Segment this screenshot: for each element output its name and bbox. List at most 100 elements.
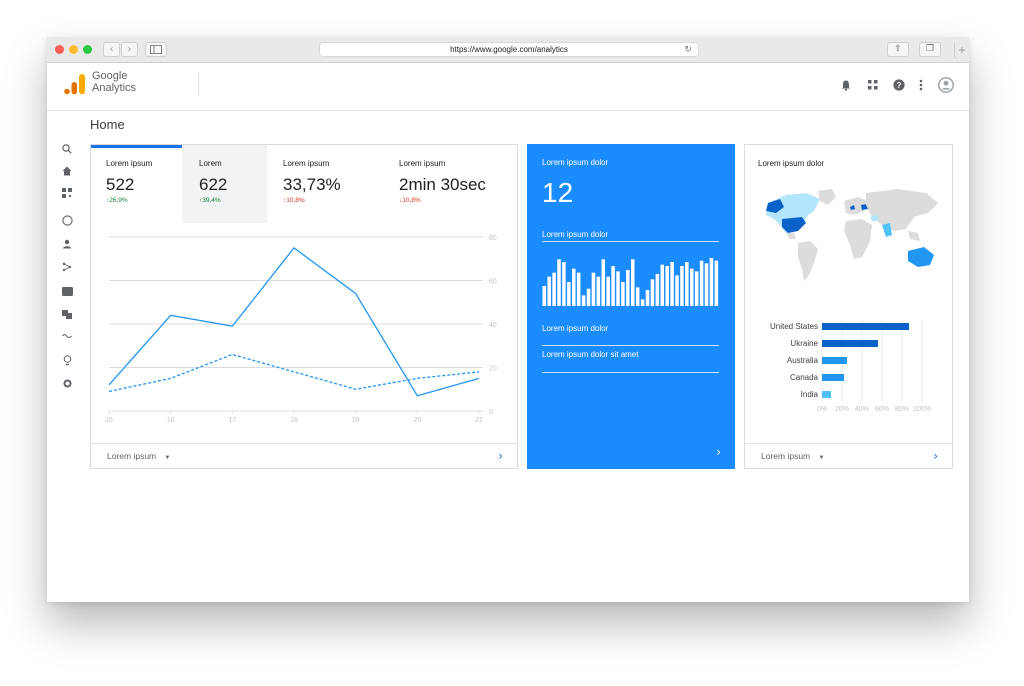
geo-card: Lorem ipsum dolor United States Ukraine …: [744, 144, 953, 469]
realtime-item[interactable]: Lorem ipsum dolor: [542, 324, 608, 333]
realtime-bar: [704, 263, 709, 306]
tabs-icon[interactable]: ❐: [919, 42, 941, 57]
realtime-bar: [631, 259, 635, 306]
search-icon[interactable]: [61, 143, 73, 155]
behavior-icon[interactable]: [61, 285, 73, 297]
conversions-icon[interactable]: [61, 308, 73, 320]
x-tick-label: 20: [413, 417, 421, 424]
country-label: Australia: [786, 356, 818, 365]
share-icon[interactable]: ⇧: [887, 42, 909, 57]
realtime-bar: [562, 262, 566, 306]
realtime-bar: [586, 288, 591, 306]
realtime-bar: [655, 274, 660, 306]
realtime-item[interactable]: Lorem ipsum dolor sit amet: [542, 350, 638, 359]
browser-toolbar: ‹ › https://www.google.com/analytics ↻ ⇧…: [47, 37, 969, 63]
realtime-bar: [626, 270, 630, 306]
overview-card: Lorem ipsum 522 ↑26,9% Lorem 622 ↑39,4% …: [90, 144, 518, 469]
realtime-bar: [670, 262, 674, 306]
divider: [542, 345, 719, 346]
date-range-dropdown[interactable]: Lorem ipsum ▼: [107, 451, 170, 461]
discover-icon[interactable]: [61, 354, 73, 366]
metric-tab-bounce-rate[interactable]: Lorem ipsum 33,73% ↑10,8%: [267, 145, 383, 223]
realtime-bar: [709, 258, 714, 306]
realtime-bar: [547, 276, 551, 306]
account-avatar-icon[interactable]: [938, 77, 954, 93]
attribution-icon[interactable]: [61, 330, 73, 342]
realtime-bar: [552, 272, 556, 306]
realtime-bar: [650, 279, 655, 306]
realtime-bar: [645, 290, 650, 306]
chevron-right-icon[interactable]: ›: [498, 449, 503, 463]
divider: [542, 241, 719, 242]
admin-gear-icon[interactable]: [61, 377, 73, 389]
country-bar: [822, 374, 844, 381]
y-tick-label: 20: [489, 366, 497, 373]
brand-line-analytics: Analytics: [92, 82, 137, 94]
metric-change: ↓10,8%: [399, 197, 421, 204]
sidebar-toggle-icon[interactable]: [145, 42, 167, 57]
new-tab-button[interactable]: +: [954, 43, 969, 58]
x-tick-label: 0%: [817, 406, 827, 413]
metric-label: Lorem ipsum: [106, 159, 153, 168]
home-icon[interactable]: [61, 165, 73, 177]
metric-tab-sessions[interactable]: Lorem 622 ↑39,4%: [182, 145, 267, 223]
y-tick-label: 60: [489, 279, 497, 286]
realtime-bar: [572, 268, 576, 306]
realtime-icon[interactable]: [61, 214, 73, 226]
x-tick-label: 100%: [913, 406, 931, 413]
realtime-bar: [621, 282, 625, 306]
realtime-subtitle: Lorem ipsum dolor: [542, 230, 609, 239]
card-footer: Lorem ipsum ▼ ›: [91, 443, 517, 468]
country-bar-chart: 0% 20% 40% 60% 80% 100%: [817, 319, 931, 413]
y-tick-label: 0: [489, 409, 493, 416]
customization-icon[interactable]: [61, 187, 73, 199]
chevron-right-icon[interactable]: ›: [716, 445, 721, 459]
realtime-bar-chart: [542, 258, 719, 306]
realtime-bar: [714, 260, 719, 306]
realtime-bar: [596, 276, 601, 306]
forward-button[interactable]: ›: [121, 42, 138, 57]
minimize-window-button[interactable]: [69, 45, 78, 54]
header-divider: [198, 72, 199, 96]
x-tick-label: 80%: [895, 406, 909, 413]
date-range-label: Lorem ipsum: [761, 451, 811, 461]
chevron-down-icon: ▼: [818, 455, 825, 461]
y-tick-label: 80: [489, 235, 497, 242]
back-button[interactable]: ‹: [103, 42, 120, 57]
audience-icon[interactable]: [61, 238, 73, 250]
divider: [542, 372, 719, 373]
x-tick-label: 15: [105, 417, 113, 424]
date-range-dropdown[interactable]: Lorem ipsum ▼: [761, 451, 824, 461]
acquisition-icon[interactable]: [61, 261, 73, 273]
realtime-bar: [591, 272, 596, 306]
realtime-bar: [665, 266, 669, 306]
metric-change: ↑39,4%: [199, 197, 221, 204]
realtime-bar: [699, 260, 704, 306]
series-line-current: [108, 246, 480, 397]
address-bar[interactable]: https://www.google.com/analytics ↻: [319, 42, 699, 57]
country-label: India: [800, 390, 818, 399]
metric-tab-users[interactable]: Lorem ipsum 522 ↑26,9%: [91, 145, 182, 223]
country-label: United States: [769, 322, 818, 331]
y-tick-label: 40: [489, 322, 497, 329]
metric-value: 33,73%: [283, 175, 341, 194]
help-icon[interactable]: ?: [892, 78, 906, 92]
metric-tab-session-duration[interactable]: Lorem ipsum 2min 30sec ↓10,8%: [383, 145, 517, 223]
reload-icon[interactable]: ↻: [684, 43, 692, 56]
card-footer: Lorem ipsum ▼ ›: [745, 443, 952, 468]
country-bar: [822, 391, 831, 398]
realtime-bar: [675, 275, 679, 306]
geo-card-title: Lorem ipsum dolor: [758, 159, 825, 168]
brand-line-google: Google: [92, 70, 128, 82]
more-options-icon[interactable]: [914, 78, 928, 92]
realtime-bar: [685, 262, 689, 306]
brand-name: Google Analytics: [92, 70, 136, 94]
apps-grid-icon[interactable]: [866, 78, 880, 92]
maximize-window-button[interactable]: [83, 45, 92, 54]
close-window-button[interactable]: [55, 45, 64, 54]
notifications-bell-icon[interactable]: [839, 78, 853, 92]
realtime-bar: [542, 286, 547, 306]
metric-label: Lorem ipsum: [283, 159, 330, 168]
metric-value: 622: [199, 175, 228, 194]
chevron-right-icon[interactable]: ›: [933, 449, 938, 463]
